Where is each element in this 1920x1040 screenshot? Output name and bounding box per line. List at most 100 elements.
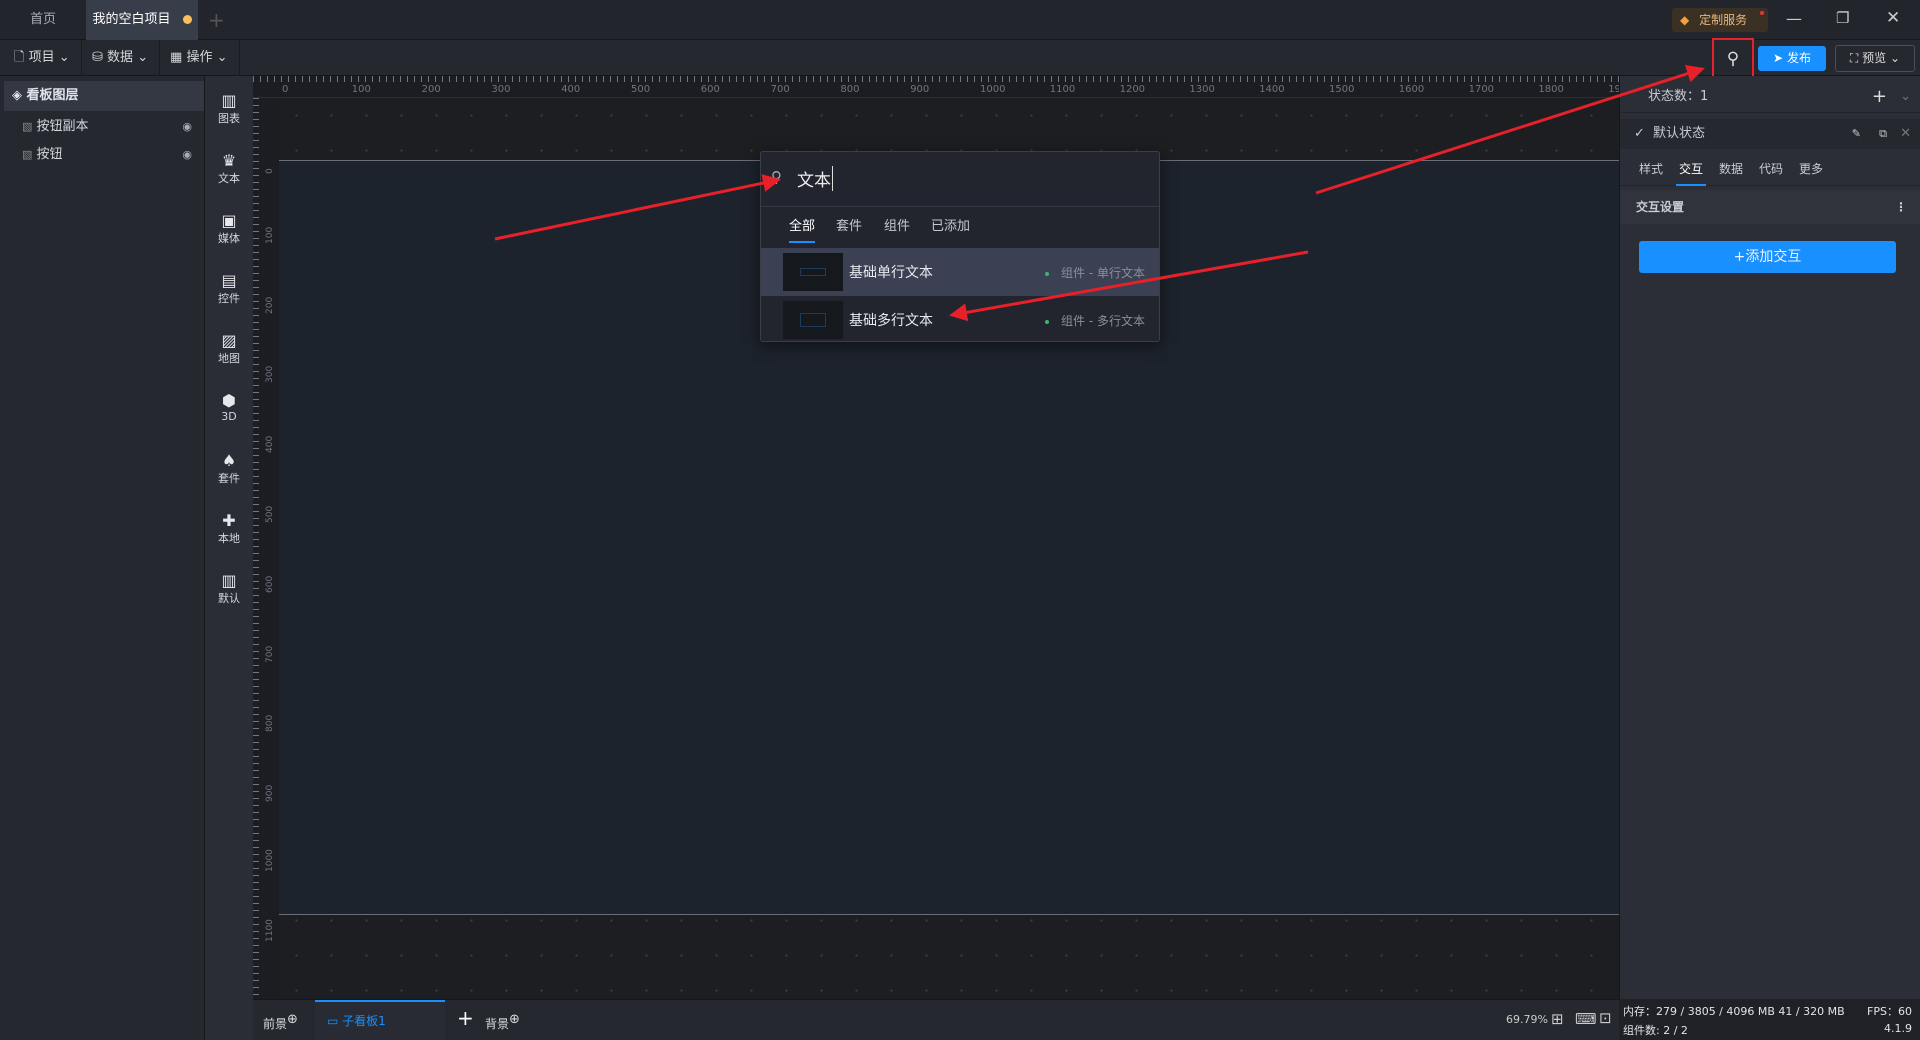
property-tab[interactable]: 数据 [1716, 154, 1746, 186]
palette-label: 控件 [218, 292, 240, 305]
minimize-icon[interactable]: — [1786, 9, 1802, 28]
chevron-down-icon: ⌄ [1890, 51, 1901, 65]
tab-label: 首页 [29, 12, 56, 27]
ruler-tick-label: 900 [910, 84, 930, 95]
default-state-row[interactable]: ✓ 默认状态 ✎ ⧉ ✕ [1620, 119, 1920, 149]
tab-home[interactable]: 首页 [0, 0, 86, 40]
preview-label: 预览 [1862, 51, 1887, 65]
chevron-down-icon[interactable]: ⌄ [1900, 81, 1911, 113]
palette-item[interactable]: ▣ 媒体 [205, 212, 253, 246]
palette-item[interactable]: ▤ 控件 [205, 272, 253, 306]
add-board-button[interactable]: + [457, 1006, 474, 1030]
database-icon: ⛁ [92, 50, 103, 65]
toolbar: 🗋 项目 ⌄ ⛁ 数据 ⌄ ▦ 操作 ⌄ ⚲ ➤ 发布 ⛶ 预览 ⌄ [0, 38, 1920, 80]
search-result[interactable]: 基础多行文本 组件 - 多行文本 [761, 296, 1159, 344]
media-icon: ▣ [221, 211, 237, 230]
ruler-tick-label: 200 [265, 296, 275, 314]
more-vertical-icon[interactable]: ⋮ [1895, 190, 1907, 224]
search-tab[interactable]: 全部 [789, 215, 816, 243]
bar-chart-icon: ▥ [221, 571, 237, 590]
layer-item[interactable]: ▧ 按钮 ◉ [0, 141, 204, 169]
chevron-down-icon: ⌄ [216, 50, 228, 65]
diamond-icon: ◆ [1680, 13, 1690, 27]
ruler-tick-label: 0 [282, 84, 289, 95]
search-input[interactable]: 文本 [797, 166, 833, 191]
background-label: 背景 [485, 1017, 510, 1031]
operate-menu[interactable]: ▦ 操作 ⌄ [160, 40, 240, 76]
ruler-tick-label: 1100 [265, 918, 275, 942]
close-icon[interactable]: ✕ [1900, 119, 1911, 149]
palette-label: 套件 [218, 472, 240, 485]
ruler-tick-label: 1400 [1259, 84, 1285, 95]
state-count: 状态数：1 [1648, 89, 1709, 104]
close-icon[interactable]: ✕ [1886, 8, 1900, 28]
search-button[interactable]: ⚲ [1712, 38, 1754, 80]
palette-item[interactable]: ♠ 套件 [205, 452, 253, 486]
eye-hidden-icon[interactable]: ◉ [182, 141, 192, 169]
result-meta: 组件 - 单行文本 [1045, 264, 1145, 281]
palette-item[interactable]: ▥ 图表 [205, 92, 253, 126]
ruler-tick-label: 1600 [1398, 84, 1425, 95]
copy-icon[interactable]: ⧉ [1879, 119, 1887, 149]
property-tab[interactable]: 交互 [1676, 154, 1707, 186]
add-circle-icon[interactable]: ⊕ [287, 1012, 298, 1027]
ruler-tick-label: 700 [770, 84, 790, 95]
search-result[interactable]: 基础单行文本 组件 - 单行文本 [761, 248, 1159, 296]
add-circle-icon[interactable]: ⊕ [509, 1012, 520, 1027]
zoom-level[interactable]: 69.79% [1506, 1013, 1548, 1026]
publish-button[interactable]: ➤ 发布 [1758, 46, 1826, 71]
tab-project[interactable]: 我的空白项目 [86, 0, 198, 40]
notification-dot [1760, 11, 1764, 15]
ruler-tick-label: 0 [265, 168, 275, 174]
ruler-tick-label: 400 [265, 436, 275, 454]
keyboard-icon[interactable]: ⌨ [1575, 1010, 1597, 1028]
version: 4.1.9 [1884, 1022, 1912, 1035]
fit-screen-icon[interactable]: ⊞ [1551, 1010, 1564, 1028]
search-tab[interactable]: 组件 [884, 215, 910, 234]
palette-item[interactable]: ✚ 本地 [205, 512, 253, 546]
preview-button[interactable]: ⛶ 预览 ⌄ [1835, 45, 1915, 72]
board-tab-active[interactable]: ▭ 子看板1 [315, 1000, 445, 1040]
property-tab[interactable]: 更多 [1796, 154, 1826, 186]
project-menu[interactable]: 🗋 项目 ⌄ [4, 40, 82, 76]
palette-item[interactable]: ▨ 地图 [205, 332, 253, 366]
layer-item[interactable]: ▧ 按钮副本 ◉ [0, 113, 204, 141]
background-tab[interactable]: 背景⊕ [485, 1012, 520, 1032]
terminal-icon[interactable]: ⊡ [1599, 1009, 1612, 1027]
unsaved-dot [182, 15, 192, 24]
palette-item[interactable]: ♛ 文本 [205, 152, 253, 186]
search-tab[interactable]: 已添加 [931, 215, 970, 234]
property-tabs: 样式 交互 数据 代码 更多 [1620, 154, 1920, 186]
map-icon: ▨ [221, 331, 237, 350]
eye-hidden-icon[interactable]: ◉ [182, 113, 192, 141]
property-tab[interactable]: 代码 [1756, 154, 1786, 186]
palette-item[interactable]: ⬢ 3D [205, 392, 253, 424]
result-name: 基础单行文本 [849, 265, 933, 281]
add-state-icon[interactable]: + [1872, 81, 1887, 113]
palette-label: 3D [221, 410, 237, 423]
palette-label: 图表 [218, 112, 240, 125]
chevron-down-icon: ⌄ [137, 50, 149, 65]
fps: FPS：60 [1867, 1005, 1912, 1018]
ruler-tick-label: 300 [265, 366, 275, 384]
edit-icon[interactable]: ✎ [1852, 119, 1861, 149]
new-tab-button[interactable]: + [208, 8, 225, 32]
data-menu[interactable]: ⛁ 数据 ⌄ [82, 40, 160, 76]
control-icon: ▤ [221, 271, 237, 290]
restore-icon[interactable]: ❐ [1836, 9, 1849, 27]
send-icon: ➤ [1773, 51, 1784, 65]
layer-panel-header: ◈ 看板图层 [4, 81, 204, 111]
ruler-tick-label: 200 [421, 84, 441, 95]
button-layer-icon: ▧ [22, 148, 33, 161]
component-palette: ▥ 图表 ♛ 文本 ▣ 媒体 ▤ 控件 ▨ 地图 ⬢ 3D ♠ 套件 ✚ 本地 ▥ 默认 [205, 76, 253, 1040]
palette-item[interactable]: ▥ 默认 [205, 572, 253, 606]
ruler-tick-label: 500 [631, 84, 651, 95]
add-interaction-button[interactable]: +添加交互 [1639, 241, 1896, 273]
custom-service-button[interactable]: ◆ 定制服务 [1672, 8, 1768, 32]
search-tab[interactable]: 套件 [836, 215, 862, 234]
search-popup: ⚲ 文本 全部 套件 组件 已添加 基础单行文本 组件 - 单行文本 基础多行文本 组… [760, 151, 1160, 342]
ruler-tick-label: 900 [265, 785, 275, 803]
foreground-tab[interactable]: 前景⊕ [263, 1012, 298, 1032]
fullscreen-icon: ⛶ [1849, 51, 1859, 65]
property-tab[interactable]: 样式 [1636, 154, 1666, 186]
